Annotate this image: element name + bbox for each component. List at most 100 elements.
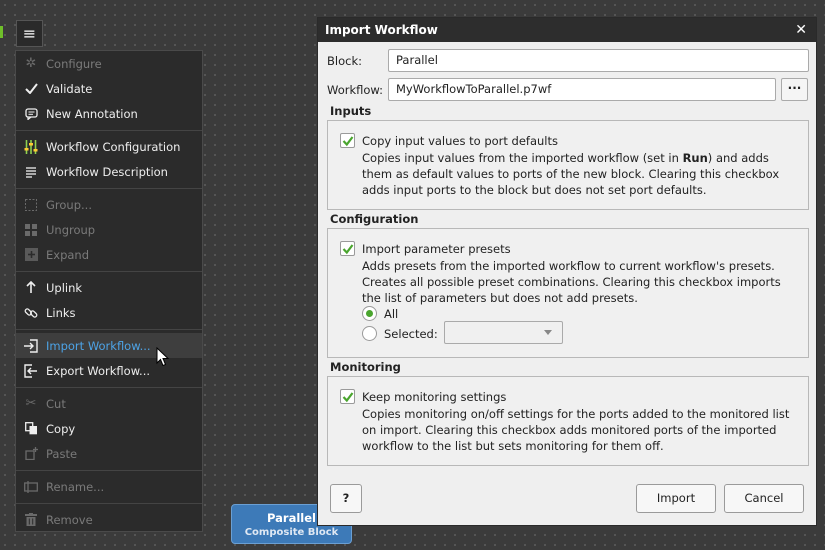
menu-item-label: Validate <box>46 81 93 96</box>
menu-item-label: New Annotation <box>46 106 138 121</box>
node-port-stub <box>0 26 3 38</box>
expand-icon <box>16 248 46 261</box>
checkmark-icon <box>16 83 46 94</box>
menu-item-export-workflow[interactable]: Export Workflow... <box>16 358 202 383</box>
menu-item-validate[interactable]: Validate <box>16 76 202 101</box>
menu-item-label: Import Workflow... <box>46 338 151 353</box>
menu-item-label: Group... <box>46 197 92 212</box>
context-menu: ✲ Configure Validate New Annotation Work… <box>15 50 203 532</box>
radio-selected-label: Selected: <box>384 327 438 341</box>
menu-item-label: Uplink <box>46 280 83 295</box>
import-parameter-presets-label: Import parameter presets <box>362 242 511 256</box>
menu-separator <box>16 503 202 504</box>
menu-item-label: Remove <box>46 512 93 527</box>
menu-item-workflow-configuration[interactable]: Workflow Configuration <box>16 134 202 159</box>
import-workflow-dialog: Import Workflow ✕ Block: Parallel Workfl… <box>317 17 817 526</box>
inputs-description: Copies input values from the imported wo… <box>362 151 780 197</box>
workflow-label: Workflow: <box>327 83 384 97</box>
menu-separator <box>16 130 202 131</box>
monitoring-group: Keep monitoring settings Copies monitori… <box>327 376 809 466</box>
menu-separator <box>16 329 202 330</box>
menu-item-label: Export Workflow... <box>46 363 151 378</box>
configuration-group: Import parameter presets Adds presets fr… <box>327 228 809 358</box>
menu-item-label: Ungroup <box>46 222 96 237</box>
import-parameter-presets-checkbox[interactable] <box>340 241 355 256</box>
copy-input-values-checkbox[interactable] <box>340 133 355 148</box>
menu-item-configure[interactable]: ✲ Configure <box>16 51 202 76</box>
menu-item-label: Links <box>46 305 76 320</box>
block-type: Composite Block <box>244 527 339 538</box>
checkmark-icon <box>342 136 354 147</box>
paste-icon <box>16 447 46 460</box>
export-icon <box>16 363 46 378</box>
radio-selected[interactable] <box>362 326 377 341</box>
workflow-field[interactable]: MyWorkflowToParallel.p7wf <box>388 78 776 101</box>
menu-item-ungroup[interactable]: Ungroup <box>16 217 202 242</box>
menu-item-label: Expand <box>46 247 90 262</box>
block-label: Block: <box>327 54 362 68</box>
radio-all[interactable] <box>362 306 377 321</box>
menu-item-remove[interactable]: Remove <box>16 507 202 532</box>
group-icon <box>16 198 46 211</box>
sliders-icon <box>16 139 46 154</box>
ungroup-icon <box>16 223 46 236</box>
copy-icon <box>16 422 46 435</box>
keep-monitoring-label: Keep monitoring settings <box>362 390 507 404</box>
menu-item-workflow-description[interactable]: Workflow Description <box>16 159 202 184</box>
menu-item-import-workflow[interactable]: Import Workflow... <box>16 333 202 358</box>
menu-item-cut[interactable]: ✂ Cut <box>16 391 202 416</box>
configuration-section-title: Configuration <box>330 212 419 226</box>
menu-item-copy[interactable]: Copy <box>16 416 202 441</box>
keep-monitoring-checkbox[interactable] <box>340 389 355 404</box>
inputs-section-title: Inputs <box>330 104 372 118</box>
dialog-titlebar: Import Workflow ✕ <box>318 18 816 42</box>
radio-all-label: All <box>384 307 399 321</box>
configuration-description: Adds presets from the imported workflow … <box>362 259 781 305</box>
rename-icon <box>16 480 46 493</box>
menu-item-expand[interactable]: Expand <box>16 242 202 267</box>
annotation-icon <box>16 107 46 120</box>
menu-item-paste[interactable]: Paste <box>16 441 202 466</box>
menu-item-new-annotation[interactable]: New Annotation <box>16 101 202 126</box>
browse-button[interactable]: ··· <box>781 78 808 101</box>
dialog-title: Import Workflow <box>325 23 438 37</box>
menu-item-label: Workflow Description <box>46 164 168 179</box>
menu-item-links[interactable]: Links <box>16 300 202 325</box>
menu-item-group[interactable]: Group... <box>16 192 202 217</box>
uplink-arrow-icon <box>16 281 46 294</box>
monitoring-section-title: Monitoring <box>330 360 401 374</box>
mouse-cursor-icon <box>156 347 170 367</box>
copy-input-values-label: Copy input values to port defaults <box>362 134 559 148</box>
menu-item-label: Workflow Configuration <box>46 139 181 154</box>
inputs-group: Copy input values to port defaults Copie… <box>327 120 809 210</box>
presets-dropdown[interactable] <box>444 321 563 344</box>
gear-icon: ✲ <box>25 56 37 71</box>
menu-item-uplink[interactable]: Uplink <box>16 275 202 300</box>
menu-separator <box>16 188 202 189</box>
menu-separator <box>16 470 202 471</box>
block-field[interactable]: Parallel <box>388 49 809 72</box>
close-icon[interactable]: ✕ <box>795 18 807 42</box>
menu-separator <box>16 387 202 388</box>
menu-separator <box>16 271 202 272</box>
chevron-down-icon <box>544 330 552 335</box>
radio-selected-dot <box>366 310 373 317</box>
menu-item-label: Rename... <box>46 479 105 494</box>
import-icon <box>16 338 46 353</box>
trash-icon <box>16 513 46 526</box>
description-icon <box>16 166 46 178</box>
menu-item-label: Paste <box>46 446 78 461</box>
menu-item-rename[interactable]: Rename... <box>16 474 202 499</box>
menu-item-label: Cut <box>46 396 66 411</box>
scissors-icon: ✂ <box>25 396 37 411</box>
hamburger-icon: ≡ <box>22 24 37 43</box>
menu-button[interactable]: ≡ <box>16 20 43 47</box>
help-button[interactable]: ? <box>330 484 362 513</box>
cancel-button[interactable]: Cancel <box>724 484 804 513</box>
menu-item-label: Configure <box>46 56 102 71</box>
monitoring-description: Copies monitoring on/off settings for th… <box>362 407 790 453</box>
checkmark-icon <box>342 244 354 255</box>
checkmark-icon <box>342 392 354 403</box>
link-icon <box>16 306 46 320</box>
import-button[interactable]: Import <box>636 484 716 513</box>
